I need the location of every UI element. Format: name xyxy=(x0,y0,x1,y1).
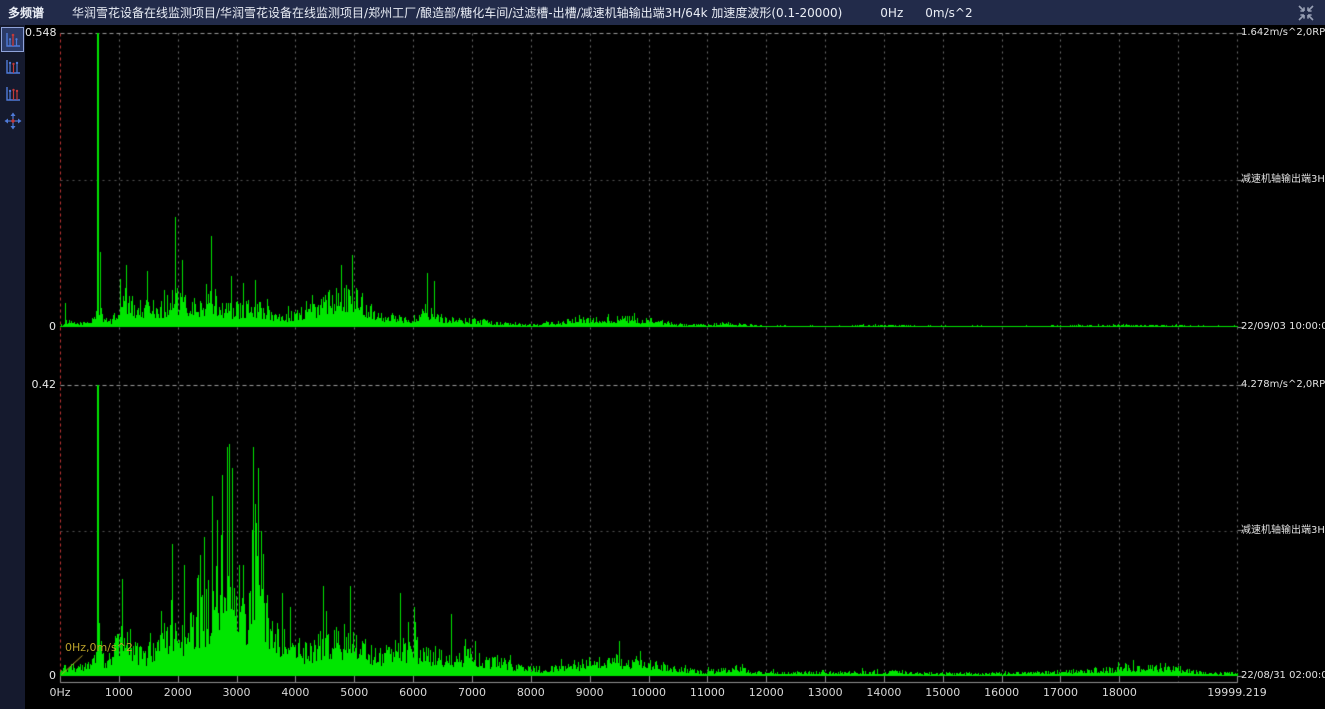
chart1-amplitude-rpm-label: 1.642m/s^2,0RPM xyxy=(1241,27,1325,39)
cursor-annotation: 0Hz,0m/s^2 xyxy=(65,641,133,654)
chart2-sensor-label: 减速机轴输出端3H xyxy=(1241,525,1325,537)
chart1-timestamp-label: 22/09/03 10:00:0 xyxy=(1241,321,1325,333)
cursor-frequency-readout: 0Hz xyxy=(880,6,903,20)
chart2-ymin-label: 0 xyxy=(25,669,56,682)
chart1-sensor-label: 减速机轴输出端3H xyxy=(1241,174,1325,186)
pan-move-icon[interactable] xyxy=(1,108,24,133)
chart2-timestamp-label: 22/08/31 02:00:0 xyxy=(1241,670,1325,682)
collapse-arrows-icon[interactable] xyxy=(1297,4,1315,22)
spectrum-chart-icon-3[interactable] xyxy=(1,81,24,106)
toolbar-sidebar xyxy=(0,25,25,709)
x-tick-label: 19999.219 xyxy=(1199,686,1275,699)
titlebar: 多频谱 华润雪花设备在线监测项目/华润雪花设备在线监测项目/郑州工厂/酿造部/糖… xyxy=(0,0,1325,25)
chart2-amplitude-rpm-label: 4.278m/s^2,0RPM xyxy=(1241,379,1325,391)
app-mode-label: 多频谱 xyxy=(8,4,44,21)
chart1-ymin-label: 0 xyxy=(25,320,56,333)
spectrum-canvas[interactable] xyxy=(25,25,1325,709)
chart2-ymax-label: 0.42 xyxy=(25,378,56,391)
chart-area: 0.548 0 0.42 0 1.642m/s^2,0RPM 减速机轴输出端3H… xyxy=(25,25,1325,709)
spectrum-chart-icon[interactable] xyxy=(1,27,24,52)
x-tick-label: 18000 xyxy=(1081,686,1157,699)
chart1-ymax-label: 0.548 xyxy=(25,26,56,39)
cursor-amplitude-readout: 0m/s^2 xyxy=(925,6,972,20)
measurement-path: 华润雪花设备在线监测项目/华润雪花设备在线监测项目/郑州工厂/酿造部/糖化车间/… xyxy=(72,4,842,21)
spectrum-chart-icon-2[interactable] xyxy=(1,54,24,79)
